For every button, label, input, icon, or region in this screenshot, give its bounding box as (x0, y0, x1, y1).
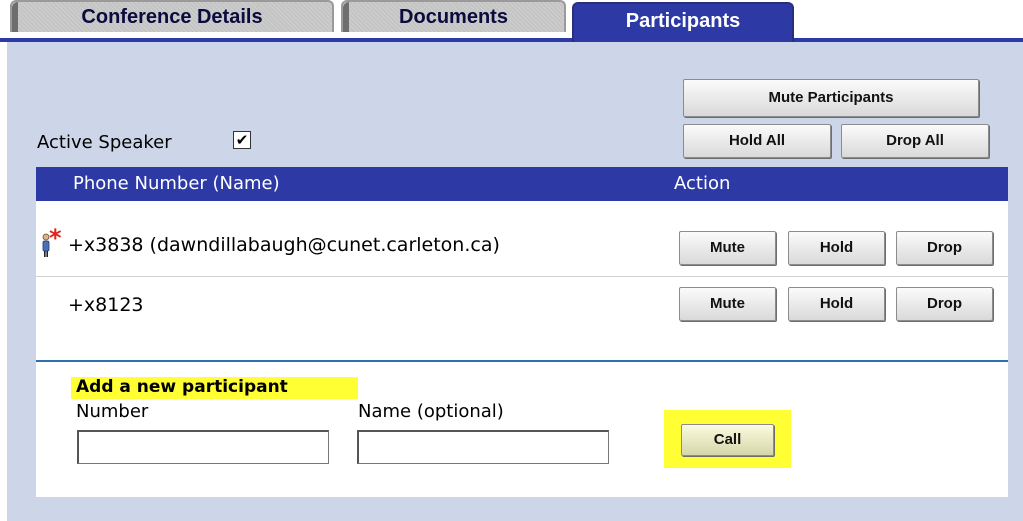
mute-button[interactable]: Mute (679, 287, 776, 321)
hold-button[interactable]: Hold (788, 231, 885, 265)
row-divider (36, 276, 1008, 277)
tab-conference-details[interactable]: Conference Details (10, 0, 334, 32)
tab-documents[interactable]: Documents (341, 0, 566, 32)
tab-participants[interactable]: Participants (572, 2, 794, 42)
number-input[interactable] (77, 430, 329, 464)
participant-number: +x8123 (68, 294, 144, 316)
section-divider (36, 360, 1008, 362)
tab-documents-label: Documents (399, 6, 508, 28)
participants-panel: Mute Participants Hold All Drop All Acti… (7, 42, 1023, 521)
column-header-phone: Phone Number (Name) (73, 173, 280, 194)
active-speaker-checkbox[interactable]: ✔ (233, 131, 251, 149)
checkbox-checked-icon: ✔ (235, 131, 249, 149)
drop-button[interactable]: Drop (896, 231, 993, 265)
red-asterisk-icon: * (49, 224, 62, 252)
participant-number: +x3838 (dawndillabaugh@cunet.carleton.ca… (68, 234, 500, 256)
drop-button[interactable]: Drop (896, 287, 993, 321)
hold-button[interactable]: Hold (788, 287, 885, 321)
active-speaker-label: Active Speaker (37, 132, 172, 153)
hold-all-button[interactable]: Hold All (683, 124, 831, 158)
drop-all-button[interactable]: Drop All (841, 124, 989, 158)
tab-edge (343, 2, 349, 32)
tab-bar: Conference Details Documents Participant… (0, 0, 1023, 42)
tab-conference-details-label: Conference Details (81, 6, 263, 28)
number-label: Number (76, 401, 149, 422)
call-button[interactable]: Call (681, 424, 774, 456)
tab-edge (12, 2, 18, 32)
column-header-action: Action (674, 173, 731, 194)
name-input[interactable] (357, 430, 609, 464)
participants-table: Phone Number (Name) Action * +x3838 (daw… (36, 167, 1008, 497)
mute-participants-button[interactable]: Mute Participants (683, 79, 979, 117)
tab-participants-label: Participants (625, 10, 741, 32)
add-participant-title: Add a new participant (76, 377, 288, 397)
table-header: Phone Number (Name) Action (36, 167, 1008, 201)
mute-button[interactable]: Mute (679, 231, 776, 265)
name-label: Name (optional) (358, 401, 504, 422)
